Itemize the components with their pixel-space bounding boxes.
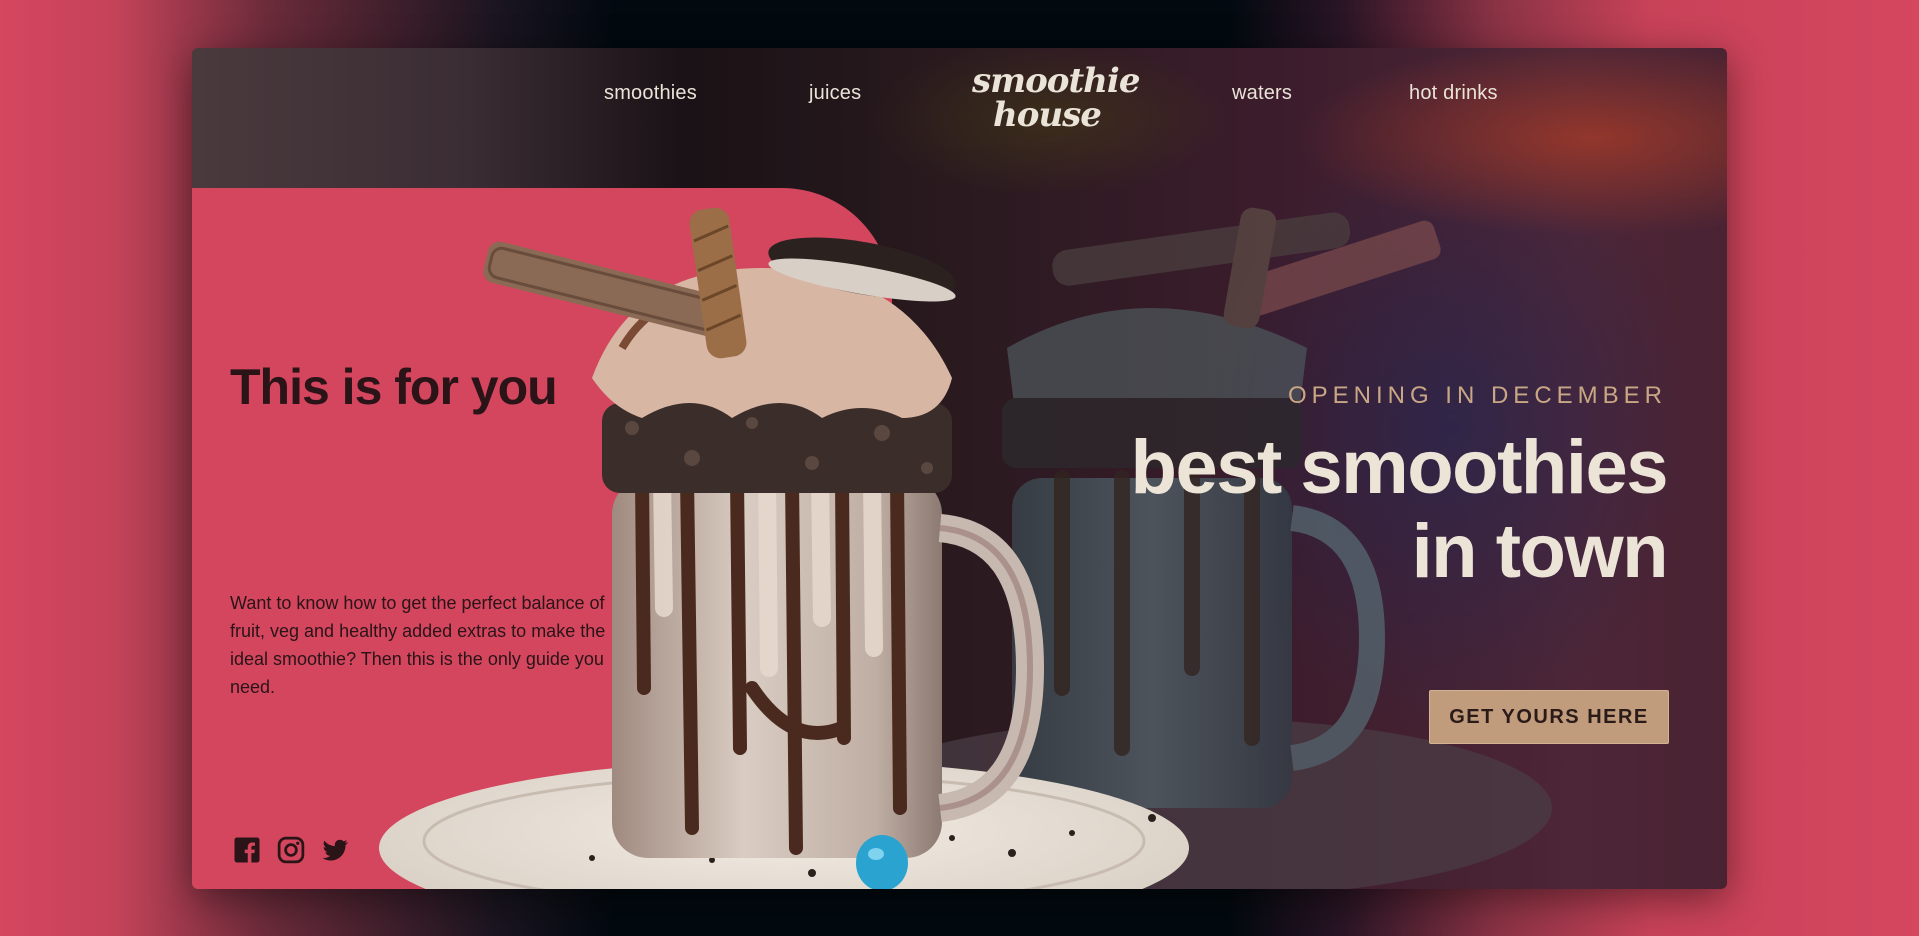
headline-line-2: in town (1411, 509, 1669, 594)
top-nav: smoothies juices smoothie house waters h… (192, 48, 1727, 188)
logo-line-2: house (993, 95, 1102, 135)
instagram-icon[interactable] (276, 835, 306, 865)
twitter-icon[interactable] (320, 835, 350, 865)
social-links (232, 835, 350, 865)
opening-eyebrow: OPENING IN DECEMBER (1287, 382, 1667, 409)
headline-line-1: best smoothies (1130, 425, 1669, 510)
site-logo[interactable]: smoothie house (972, 61, 1140, 135)
facebook-icon[interactable] (232, 835, 262, 865)
left-description: Want to know how to get the perfect bala… (230, 593, 606, 697)
left-title: This is for you (230, 359, 558, 415)
logo-line-1: smoothie (972, 61, 1140, 101)
nav-link-hot-drinks[interactable]: hot drinks (1409, 82, 1498, 105)
nav-link-waters[interactable]: waters (1232, 82, 1292, 105)
pink-panel (192, 188, 892, 889)
nav-link-smoothies[interactable]: smoothies (604, 82, 697, 105)
hero-headline: best smoothies in town (1107, 425, 1669, 594)
nav-link-juices[interactable]: juices (809, 82, 861, 105)
get-yours-button[interactable]: GET YOURS HERE (1429, 690, 1669, 744)
hero-card: smoothies juices smoothie house waters h… (192, 48, 1727, 889)
